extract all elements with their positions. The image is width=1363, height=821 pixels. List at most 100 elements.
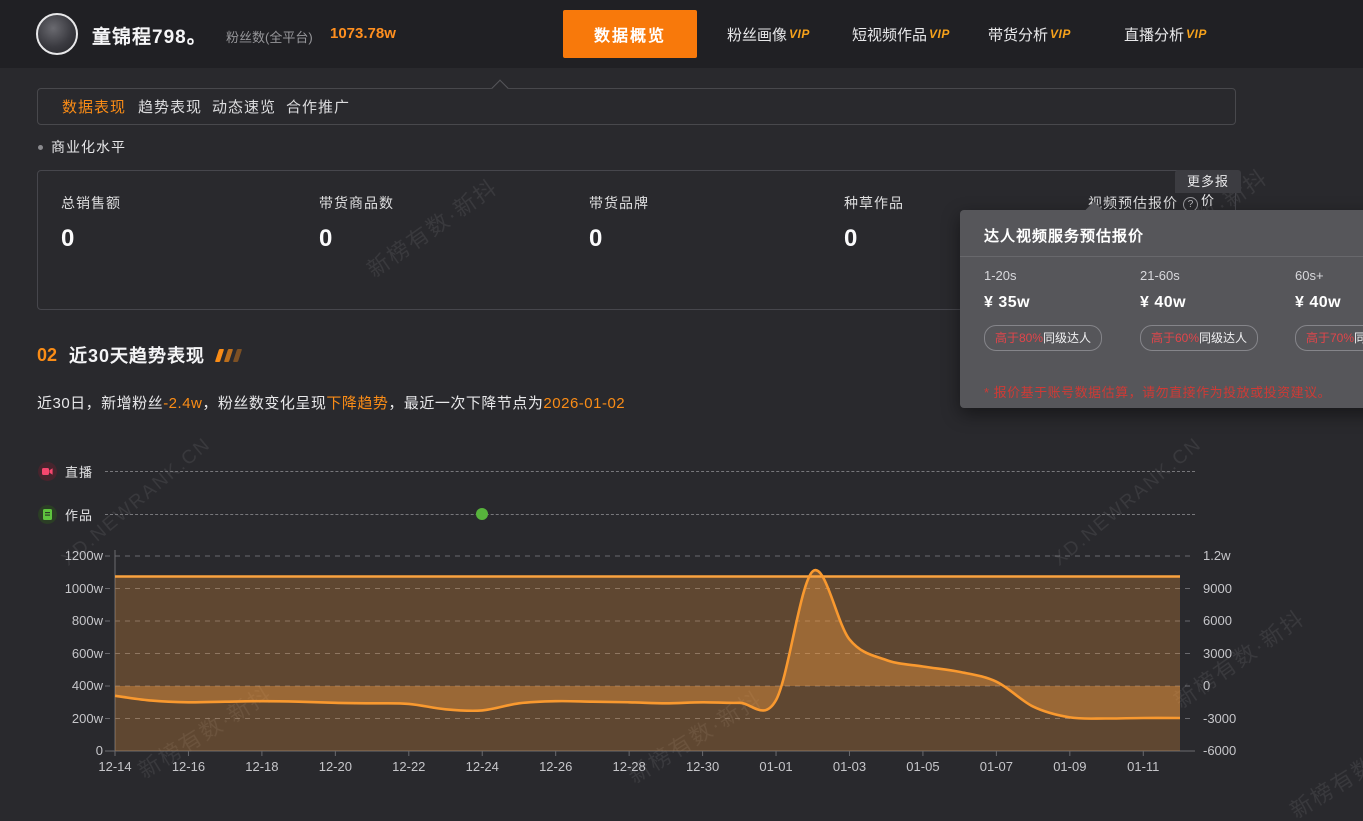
vip-badge: VIP [929,27,950,41]
stat-label: 带货品牌 [589,193,649,213]
more-quotes-button[interactable]: 更多报价 [1175,170,1241,193]
popup-price-column: 1-20s ¥ 35w 高于80%同级达人 [984,268,1134,351]
works-icon [38,505,57,524]
plain-text: ，粉丝数变化呈现 [202,395,326,412]
duration-label: 21-60s [1140,268,1290,283]
live-icon [38,462,57,481]
price-popup: 达人视频服务预估报价 1-20s ¥ 35w 高于80%同级达人 21-60s ¥ 40… [960,210,1363,408]
y-axis-right-label: 6000 [1203,613,1232,628]
x-axis-label: 12-18 [232,759,292,774]
trend-description: 近30日，新增粉丝-2.4w，粉丝数变化呈现下降趋势，最近一次下降节点为2026… [37,392,625,413]
y-axis-right-label: -3000 [1203,711,1236,726]
x-axis-label: 12-30 [673,759,733,774]
x-axis-label: 01-03 [819,759,879,774]
stat-label: 种草作品 [844,193,904,213]
highlight-text: -2.4w [163,395,202,412]
tab-1[interactable]: 趋势表现 [138,89,202,124]
peer-comparison-badge: 高于70%同级达人 [1295,325,1363,351]
stat-label: 总销售额 [61,193,121,213]
x-axis-label: 12-26 [526,759,586,774]
tab-3[interactable]: 合作推广 [286,89,350,124]
stat-label: 带货商品数 [319,193,394,213]
bullet-dot-icon [38,145,43,150]
timeline-row-live: 直播 [38,461,93,481]
x-axis-label: 12-16 [158,759,218,774]
section-number: 02 [37,345,57,366]
x-axis-label: 01-11 [1113,759,1173,774]
nav-item-short-videos[interactable]: 短视频作品VIP [852,0,950,68]
commerce-section-label: 商业化水平 [51,137,126,157]
plain-text: 近30日，新增粉丝 [37,395,163,412]
price-value: ¥ 40w [1295,294,1363,312]
y-axis-left-label: 200w [33,711,103,726]
plain-text: ，最近一次下降节点为 [388,395,543,412]
y-axis-left-label: 800w [33,613,103,628]
stat-item: 总销售额 0 [61,193,121,253]
popup-price-column: 60s+ ¥ 40w 高于70%同级达人 [1295,268,1363,351]
stat-value: 0 [319,225,394,253]
y-axis-right-label: 3000 [1203,646,1232,661]
price-value: ¥ 35w [984,294,1134,312]
popup-disclaimer: * 报价基于账号数据估算，请勿直接作为投放或投资建议。 [984,382,1331,401]
app-root: 新榜有数·新抖新榜有数·新抖XD.NEWRANK.CNXD.NEWRANK.CN… [0,0,1363,821]
nav-label: 短视频作品 [852,24,927,45]
highlight-text: 2026-01-02 [543,395,625,412]
vip-badge: VIP [1050,27,1071,41]
topbar: 童锦程798。 粉丝数(全平台) 1073.78w 数据概览粉丝画像VIP短视频… [0,0,1363,68]
timeline-row-works: 作品 [38,504,93,524]
stat-item: 种草作品 0 [844,193,904,253]
nav-item-overview[interactable]: 数据概览 [563,10,697,58]
x-axis-label: 12-20 [305,759,365,774]
x-axis-label: 01-01 [746,759,806,774]
peer-comparison-badge: 高于60%同级达人 [1140,325,1258,351]
nav-label: 粉丝画像 [727,24,787,45]
x-axis-label: 01-07 [966,759,1026,774]
vip-badge: VIP [789,27,810,41]
x-axis-label: 01-09 [1040,759,1100,774]
duration-label: 1-20s [984,268,1134,283]
vip-badge: VIP [1186,27,1207,41]
tab-2[interactable]: 动态速览 [212,89,276,124]
peer-comparison-badge: 高于80%同级达人 [984,325,1102,351]
section-title: 近30天趋势表现 [69,342,205,368]
main-nav: 数据概览粉丝画像VIP短视频作品VIP带货分析VIP直播分析VIP [0,0,1363,68]
y-axis-left-label: 1200w [33,548,103,563]
highlight-text: 下降趋势 [326,395,388,412]
nav-label: 直播分析 [1124,24,1184,45]
price-value: ¥ 40w [1140,294,1290,312]
y-axis-left-label: 600w [33,646,103,661]
subtab-bar: 数据表现趋势表现动态速览合作推广 [37,88,1236,125]
y-axis-left-label: 400w [33,678,103,693]
nav-item-fans-portrait[interactable]: 粉丝画像VIP [727,0,810,68]
nav-item-sales-analysis[interactable]: 带货分析VIP [988,0,1071,68]
y-axis-left-label: 0 [33,743,103,758]
timeline-row-label: 直播 [65,462,93,481]
y-axis-right-label: 1.2w [1203,548,1230,563]
trend-section-header: 02 近30天趋势表现 [37,344,244,366]
stat-value: 0 [844,225,904,253]
tab-0[interactable]: 数据表现 [62,89,126,124]
nav-label: 数据概览 [594,22,666,46]
x-axis-label: 12-28 [599,759,659,774]
x-axis-label: 12-24 [452,759,512,774]
x-axis-label: 01-05 [893,759,953,774]
stat-value: 0 [589,225,649,253]
stat-value: 0 [61,225,121,253]
popup-price-column: 21-60s ¥ 40w 高于60%同级达人 [1140,268,1290,351]
y-axis-left-label: 1000w [33,581,103,596]
stat-item: 带货品牌 0 [589,193,649,253]
nav-item-live-analysis[interactable]: 直播分析VIP [1124,0,1207,68]
y-axis-right-label: 0 [1203,678,1210,693]
y-axis-right-label: -6000 [1203,743,1236,758]
commerce-section-header: 商业化水平 [38,138,126,156]
nav-label: 带货分析 [988,24,1048,45]
popup-title: 达人视频服务预估报价 [984,225,1144,246]
popup-divider [960,256,1363,257]
stat-item: 带货商品数 0 [319,193,394,253]
duration-label: 60s+ [1295,268,1363,283]
x-axis-label: 12-22 [379,759,439,774]
y-axis-right-label: 9000 [1203,581,1232,596]
slashes-icon [217,349,244,362]
x-axis-label: 12-14 [85,759,145,774]
timeline-row-label: 作品 [65,505,93,524]
